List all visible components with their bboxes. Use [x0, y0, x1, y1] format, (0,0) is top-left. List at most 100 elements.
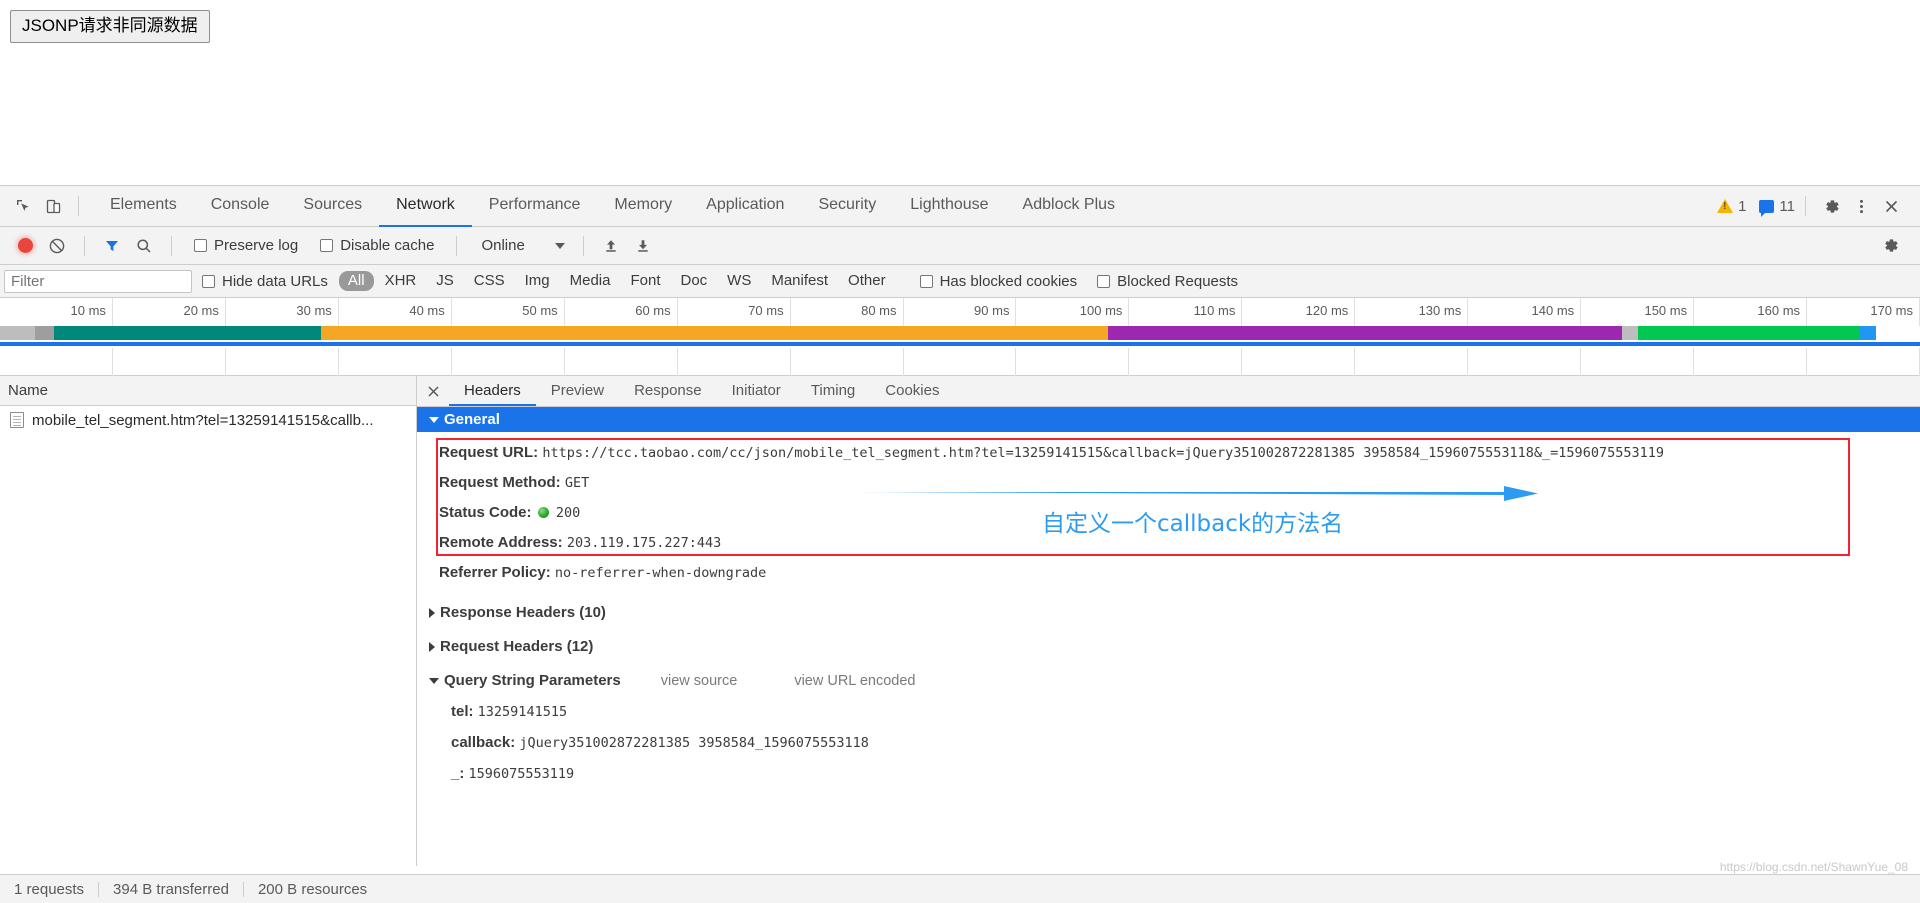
timeline-segment [1637, 326, 1859, 340]
timeline-segment [320, 326, 1108, 340]
preserve-log-checkbox[interactable]: Preserve log [184, 237, 308, 254]
import-har-icon[interactable] [596, 232, 626, 260]
toolbar-divider-3 [456, 235, 458, 256]
query-param-value: 1596075553119 [468, 765, 575, 782]
filter-type-ws[interactable]: WS [718, 271, 760, 291]
watermark: https://blog.csdn.net/ShawnYue_08 [1719, 860, 1908, 874]
chevron-right-icon [429, 607, 435, 618]
tab-response[interactable]: Response [619, 376, 717, 406]
tab-security[interactable]: Security [801, 186, 893, 227]
request-name-column-header[interactable]: Name [0, 376, 416, 406]
timeline-tick: 20 ms [113, 298, 226, 326]
blocked-requests-checkbox[interactable]: Blocked Requests [1087, 273, 1248, 290]
query-string-label: Query String Parameters [444, 672, 621, 689]
query-string-section-header[interactable]: Query String Parameters view source view… [417, 668, 1920, 693]
warning-count: 1 [1738, 197, 1747, 215]
tab-elements[interactable]: Elements [93, 186, 194, 227]
query-param-key: _: [451, 764, 465, 782]
table-row[interactable]: mobile_tel_segment.htm?tel=13259141515&c… [0, 406, 416, 434]
tab-preview[interactable]: Preview [536, 376, 619, 406]
has-blocked-cookies-checkbox[interactable]: Has blocked cookies [910, 273, 1088, 290]
filter-type-other[interactable]: Other [839, 271, 895, 291]
close-icon[interactable] [1876, 191, 1906, 221]
filter-type-font[interactable]: Font [621, 271, 669, 291]
request-list-pane: Name mobile_tel_segment.htm?tel=13259141… [0, 376, 417, 866]
hide-data-urls-checkbox[interactable]: Hide data URLs [192, 273, 338, 290]
filter-type-css[interactable]: CSS [465, 271, 514, 291]
timeline-tick [226, 348, 339, 376]
network-split-view: Name mobile_tel_segment.htm?tel=13259141… [0, 376, 1920, 866]
timeline-segment [53, 326, 321, 340]
network-overview-timeline[interactable]: 10 ms 20 ms 30 ms 40 ms 50 ms 60 ms 70 ms 80 ms… [0, 298, 1920, 376]
timeline-tick-label: 60 ms [635, 303, 671, 318]
tab-initiator[interactable]: Initiator [717, 376, 796, 406]
general-section-header[interactable]: General [417, 407, 1920, 432]
jsonp-request-button[interactable]: JSONP请求非同源数据 [10, 10, 210, 43]
close-icon[interactable] [417, 376, 449, 406]
timeline-tick-label: 80 ms [861, 303, 897, 318]
tab-network[interactable]: Network [379, 186, 472, 227]
filter-type-doc[interactable]: Doc [671, 271, 716, 291]
filter-funnel-icon[interactable] [97, 232, 127, 260]
timeline-tick: 170 ms [1807, 298, 1920, 326]
toolbar-divider-4 [582, 235, 584, 256]
tab-headers[interactable]: Headers [449, 376, 536, 406]
record-button-icon[interactable] [10, 232, 40, 260]
filter-type-media[interactable]: Media [561, 271, 620, 291]
warning-indicator[interactable]: 1 11 [1717, 197, 1795, 217]
checkbox-box [320, 239, 334, 252]
filter-type-manifest[interactable]: Manifest [762, 271, 837, 291]
filter-input[interactable] [4, 269, 192, 293]
timeline-tick: 120 ms [1242, 298, 1356, 326]
web-page-area: JSONP请求非同源数据 [0, 0, 1920, 185]
callback-annotation-text: 自定义一个callback的方法名 [1042, 511, 1344, 537]
timeline-tick [1355, 348, 1469, 376]
timeline-tick [791, 348, 904, 376]
kebab-menu-icon[interactable] [1846, 191, 1876, 221]
request-headers-section-header[interactable]: Request Headers (12) [417, 634, 1920, 659]
timeline-baseline [0, 342, 1920, 346]
timeline-tick [904, 348, 1017, 376]
timeline-tick: 110 ms [1129, 298, 1243, 326]
toggle-device-toolbar-icon[interactable] [38, 191, 68, 221]
gear-icon[interactable] [1816, 191, 1846, 221]
devtools-tab-list: Elements Console Sources Network Perform… [93, 186, 1132, 227]
tab-cookies[interactable]: Cookies [870, 376, 954, 406]
timeline-tick [452, 348, 565, 376]
view-url-encoded-link[interactable]: view URL encoded [794, 673, 915, 689]
timeline-tick-label: 40 ms [409, 303, 445, 318]
tab-performance[interactable]: Performance [472, 186, 598, 227]
tab-application[interactable]: Application [689, 186, 801, 227]
timeline-tick: 90 ms [904, 298, 1017, 326]
tab-adblock-plus[interactable]: Adblock Plus [1006, 186, 1133, 227]
timeline-tick [1694, 348, 1808, 376]
tab-timing[interactable]: Timing [796, 376, 870, 406]
timeline-tick-label: 50 ms [522, 303, 558, 318]
view-source-link[interactable]: view source [661, 673, 738, 689]
filter-type-all[interactable]: All [338, 271, 374, 291]
filter-type-js[interactable]: JS [427, 271, 463, 291]
toolbar-divider [78, 196, 79, 216]
response-headers-section-header[interactable]: Response Headers (10) [417, 600, 1920, 625]
network-throttle-select[interactable]: Online [469, 237, 570, 254]
query-param-key: callback: [451, 733, 516, 751]
inspect-element-icon[interactable] [8, 191, 38, 221]
filter-type-xhr[interactable]: XHR [376, 271, 426, 291]
throttle-value: Online [481, 237, 525, 254]
search-icon[interactable] [129, 232, 159, 260]
response-headers-label: Response Headers (10) [440, 604, 606, 621]
devtools-status-area: 1 11 [1717, 191, 1912, 221]
query-param-callback: callback: jQuery351002872281385 3958584_… [417, 728, 1920, 759]
tab-lighthouse[interactable]: Lighthouse [893, 186, 1005, 227]
filter-type-img[interactable]: Img [516, 271, 559, 291]
clear-icon[interactable] [42, 232, 72, 260]
tab-console[interactable]: Console [194, 186, 287, 227]
disable-cache-checkbox[interactable]: Disable cache [310, 237, 444, 254]
network-settings-gear-icon[interactable] [1881, 236, 1910, 255]
tab-sources[interactable]: Sources [286, 186, 379, 227]
timeline-tick: 160 ms [1694, 298, 1808, 326]
timeline-segment [1622, 326, 1638, 340]
export-har-icon[interactable] [628, 232, 658, 260]
tab-memory[interactable]: Memory [597, 186, 689, 227]
timeline-tick: 150 ms [1581, 298, 1695, 326]
